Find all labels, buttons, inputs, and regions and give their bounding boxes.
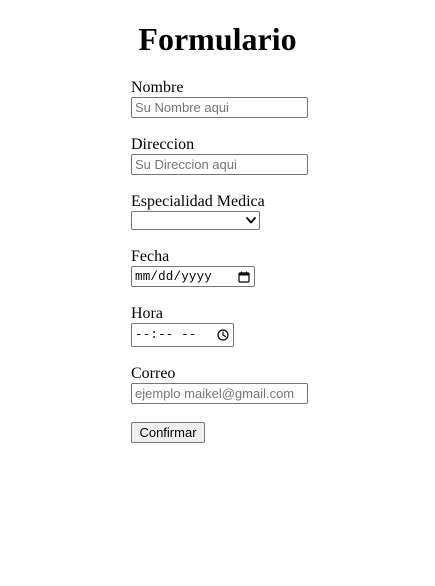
hora-time-input[interactable]: --:-- -- [131, 323, 234, 347]
hora-label: Hora [131, 305, 163, 322]
fecha-label: Fecha [131, 248, 170, 265]
especialidad-select[interactable] [131, 211, 260, 230]
correo-input[interactable] [131, 383, 308, 404]
especialidad-label: Especialidad Medica [131, 193, 265, 210]
confirmar-button[interactable]: Confirmar [131, 422, 205, 443]
direccion-input[interactable] [131, 154, 308, 175]
hora-placeholder: --:-- -- [135, 328, 197, 342]
fecha-placeholder: mm/dd/yyyy [135, 269, 213, 284]
nombre-input[interactable] [131, 97, 308, 118]
direccion-label: Direccion [131, 136, 195, 153]
page-title: Formulario [138, 21, 297, 57]
clock-icon[interactable] [217, 329, 229, 341]
calendar-icon[interactable] [238, 271, 250, 283]
chevron-down-icon [246, 217, 256, 224]
correo-label: Correo [131, 365, 176, 382]
fecha-date-input[interactable]: mm/dd/yyyy [131, 266, 255, 287]
nombre-label: Nombre [131, 79, 184, 96]
